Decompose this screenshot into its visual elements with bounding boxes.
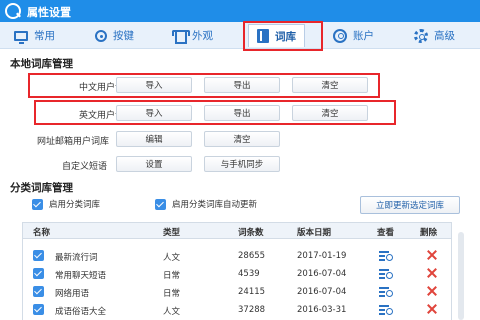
tab-label: 按键 xyxy=(113,30,134,42)
monitor-icon xyxy=(14,30,28,44)
export-english-button[interactable]: 导出 xyxy=(204,105,280,121)
cell-date: 2016-03-31 xyxy=(297,305,347,315)
cell-type: 人文 xyxy=(163,253,181,263)
table-row[interactable]: 网络用语 日常 24115 2016-07-04 xyxy=(23,283,451,301)
view-list-icon[interactable] xyxy=(379,250,393,262)
window-title: 属性设置 xyxy=(27,6,71,19)
tab-label: 常用 xyxy=(34,30,55,42)
view-list-icon[interactable] xyxy=(379,268,393,280)
import-chinese-button[interactable]: 导入 xyxy=(116,77,192,93)
update-selected-button[interactable]: 立即更新选定词库 xyxy=(360,196,460,214)
header-name: 名称 xyxy=(33,228,51,238)
tab-bar: 常用 按键 外观 词库 账户 高级 xyxy=(0,22,480,49)
tab-dictionary[interactable]: 词库 xyxy=(248,24,305,47)
tab-label: 高级 xyxy=(434,30,455,42)
table-row[interactable]: 常用聊天短语 日常 4539 2016-07-04 xyxy=(23,265,451,283)
row-checkbox[interactable] xyxy=(33,304,44,315)
header-delete: 删除 xyxy=(420,228,438,238)
edit-url-email-button[interactable]: 编辑 xyxy=(116,131,192,147)
cell-count: 37288 xyxy=(238,305,266,315)
tab-account[interactable]: 账户 xyxy=(333,24,374,47)
user-icon xyxy=(333,28,347,43)
delete-icon[interactable] xyxy=(427,250,437,260)
title-bar: 属性设置 xyxy=(0,0,480,22)
delete-icon[interactable] xyxy=(427,286,437,296)
checkbox-label: 启用分类词库自动更新 xyxy=(172,200,258,210)
row-checkbox[interactable] xyxy=(33,286,44,297)
delete-icon[interactable] xyxy=(427,304,437,314)
cell-name: 成语俗语大全 xyxy=(55,307,107,317)
view-list-icon[interactable] xyxy=(379,304,393,316)
clear-english-button[interactable]: 清空 xyxy=(292,105,368,121)
row-checkbox[interactable] xyxy=(33,250,44,261)
sogou-logo-icon xyxy=(5,3,21,19)
cell-type: 日常 xyxy=(163,289,181,299)
dictionary-table: 名称 类型 词条数 版本日期 查看 删除 最新流行词 人文 28655 2017… xyxy=(22,222,452,320)
table-row[interactable]: 成语俗语大全 人文 37288 2016-03-31 xyxy=(23,301,451,319)
key-icon xyxy=(95,29,107,42)
section-title-local: 本地词库管理 xyxy=(10,58,73,70)
checkbox-checked-icon xyxy=(155,198,166,210)
enable-category-checkbox[interactable]: 启用分类词库 xyxy=(32,198,100,210)
tab-appearance[interactable]: 外观 xyxy=(172,24,213,47)
tab-label: 词库 xyxy=(275,30,296,43)
tab-label: 账户 xyxy=(353,30,374,42)
table-scrollbar[interactable] xyxy=(458,232,464,320)
cell-count: 4539 xyxy=(238,269,260,279)
tab-advanced[interactable]: 高级 xyxy=(414,24,455,47)
tab-keys[interactable]: 按键 xyxy=(95,24,134,47)
table-header: 名称 类型 词条数 版本日期 查看 删除 xyxy=(23,223,451,239)
tab-general[interactable]: 常用 xyxy=(14,24,55,47)
clear-url-email-button[interactable]: 清空 xyxy=(204,131,280,147)
checkbox-label: 启用分类词库 xyxy=(49,200,101,210)
row-checkbox[interactable] xyxy=(33,268,44,279)
delete-icon[interactable] xyxy=(427,268,437,278)
tab-label: 外观 xyxy=(192,30,213,42)
custom-phrase-settings-button[interactable]: 设置 xyxy=(116,156,192,172)
cell-count: 24115 xyxy=(238,287,266,297)
shirt-icon xyxy=(172,29,190,44)
header-date: 版本日期 xyxy=(297,228,332,238)
clear-chinese-button[interactable]: 清空 xyxy=(292,77,368,93)
cell-date: 2016-07-04 xyxy=(297,269,347,279)
export-chinese-button[interactable]: 导出 xyxy=(204,77,280,93)
auto-update-checkbox[interactable]: 启用分类词库自动更新 xyxy=(155,198,257,210)
table-row[interactable]: 最新流行词 人文 28655 2017-01-19 xyxy=(23,247,451,265)
section-title-category: 分类词库管理 xyxy=(10,182,73,194)
header-count: 词条数 xyxy=(238,228,264,238)
gear-icon xyxy=(414,28,428,43)
import-english-button[interactable]: 导入 xyxy=(116,105,192,121)
cell-name: 常用聊天短语 xyxy=(55,271,107,281)
cell-type: 日常 xyxy=(163,271,181,281)
cell-count: 28655 xyxy=(238,251,266,261)
checkbox-checked-icon xyxy=(32,198,43,210)
cell-date: 2016-07-04 xyxy=(297,287,347,297)
cell-type: 人文 xyxy=(163,307,181,317)
book-icon xyxy=(257,29,269,43)
row-label-custom-phrase: 自定义短语 xyxy=(61,162,107,172)
row-label-url-email: 网址邮箱用户词库 xyxy=(36,137,109,147)
header-type: 类型 xyxy=(163,228,181,238)
sync-with-phone-button[interactable]: 与手机同步 xyxy=(204,156,280,172)
header-view: 查看 xyxy=(377,228,395,238)
cell-date: 2017-01-19 xyxy=(297,251,347,261)
cell-name: 最新流行词 xyxy=(55,253,98,263)
cell-name: 网络用语 xyxy=(55,289,90,299)
view-list-icon[interactable] xyxy=(379,286,393,298)
